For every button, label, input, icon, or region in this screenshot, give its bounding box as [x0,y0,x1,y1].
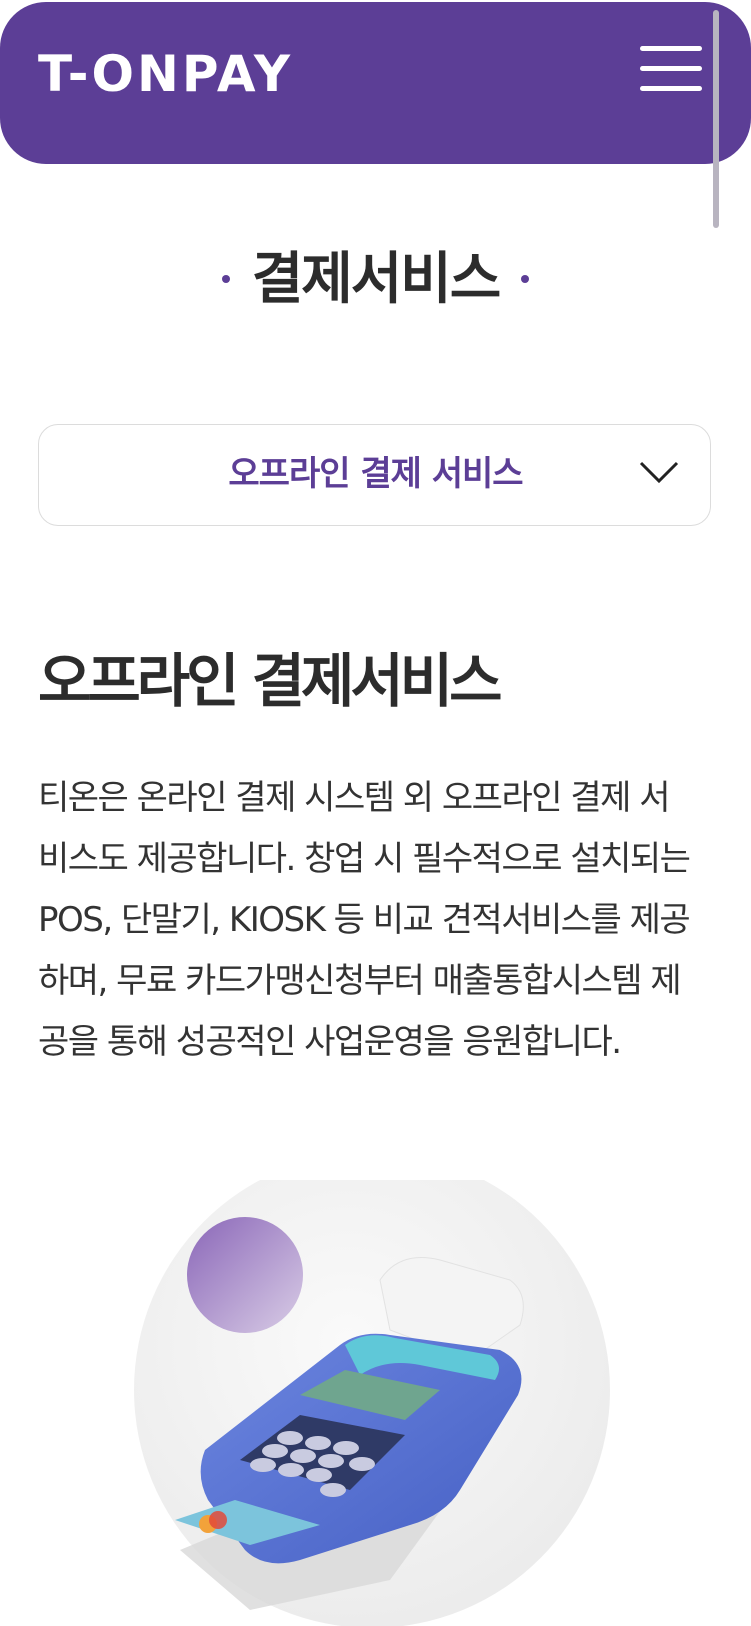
title-dot-left [221,274,230,283]
hamburger-line [640,66,702,71]
section-title: 오프라인 결제서비스 [38,647,502,715]
hamburger-menu-icon [640,46,702,51]
scrollbar[interactable] [713,10,719,228]
description-line: 비스도 제공합니다. 창업 시 필수적으로 설치되는 [38,839,691,879]
description-line: 공을 통해 성공적인 사업운영을 응원합니다. [38,1022,622,1062]
title-dot-right [521,274,530,283]
page-title-text: 결제서비스 [251,247,502,312]
logo[interactable]: T-ONPAY [38,44,293,104]
page-title: 결제서비스 [0,245,751,315]
description-line: 티온은 온라인 결제 시스템 외 오프라인 결제 서 [38,778,670,818]
service-select-value: 오프라인 결제 서비스 [228,454,523,494]
service-select[interactable]: 오프라인 결제 서비스 [38,424,711,526]
chevron-down-icon [639,461,679,484]
hamburger-menu-button[interactable] [640,46,704,94]
description-line: 하며, 무료 카드가맹신청부터 매출통합시스템 제 [38,961,682,1001]
description-line: POS, 단말기, KIOSK 등 비교 견적서비스를 제공 [38,900,691,940]
section-description: 티온은 온라인 결제 시스템 외 오프라인 결제 서 비스도 제공합니다. 창업… [38,768,718,1073]
hamburger-line [640,86,702,91]
site-header: T-ONPAY [0,2,751,164]
card-payment-terminal-icon [134,1180,610,1626]
